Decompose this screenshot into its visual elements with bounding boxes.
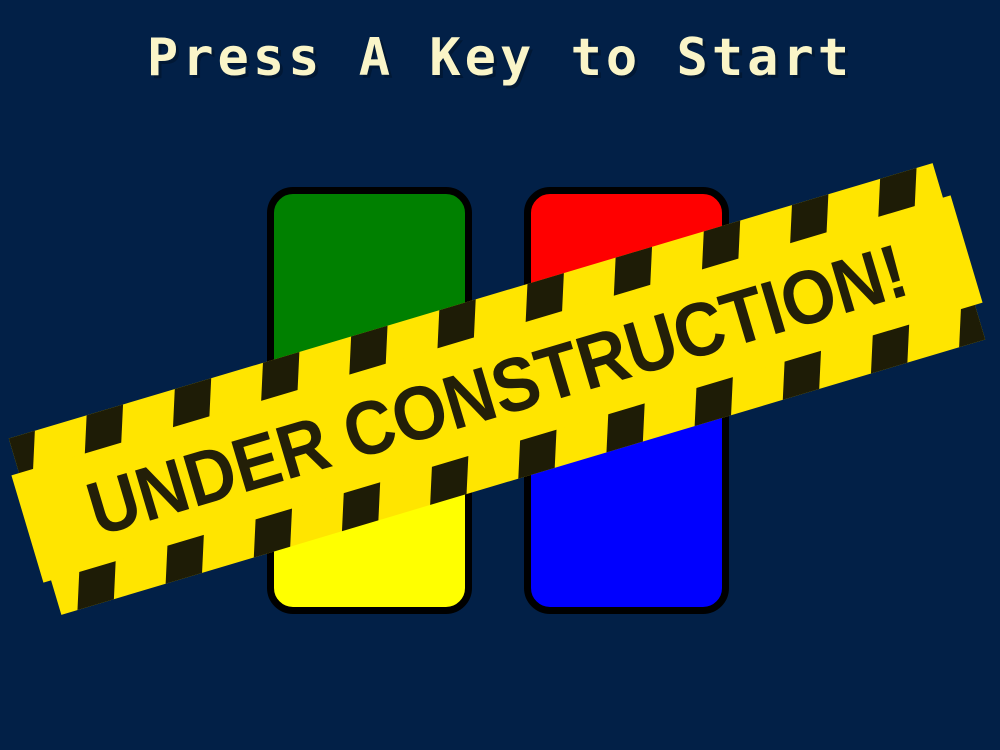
yellow-tile[interactable] (267, 392, 472, 614)
blue-tile[interactable] (524, 392, 729, 614)
game-screen[interactable]: Press A Key to Start UNDER CONSTRUCTION! (0, 0, 1000, 750)
green-tile[interactable] (267, 187, 472, 412)
red-tile[interactable] (524, 187, 729, 412)
color-tile-grid (0, 0, 1000, 750)
